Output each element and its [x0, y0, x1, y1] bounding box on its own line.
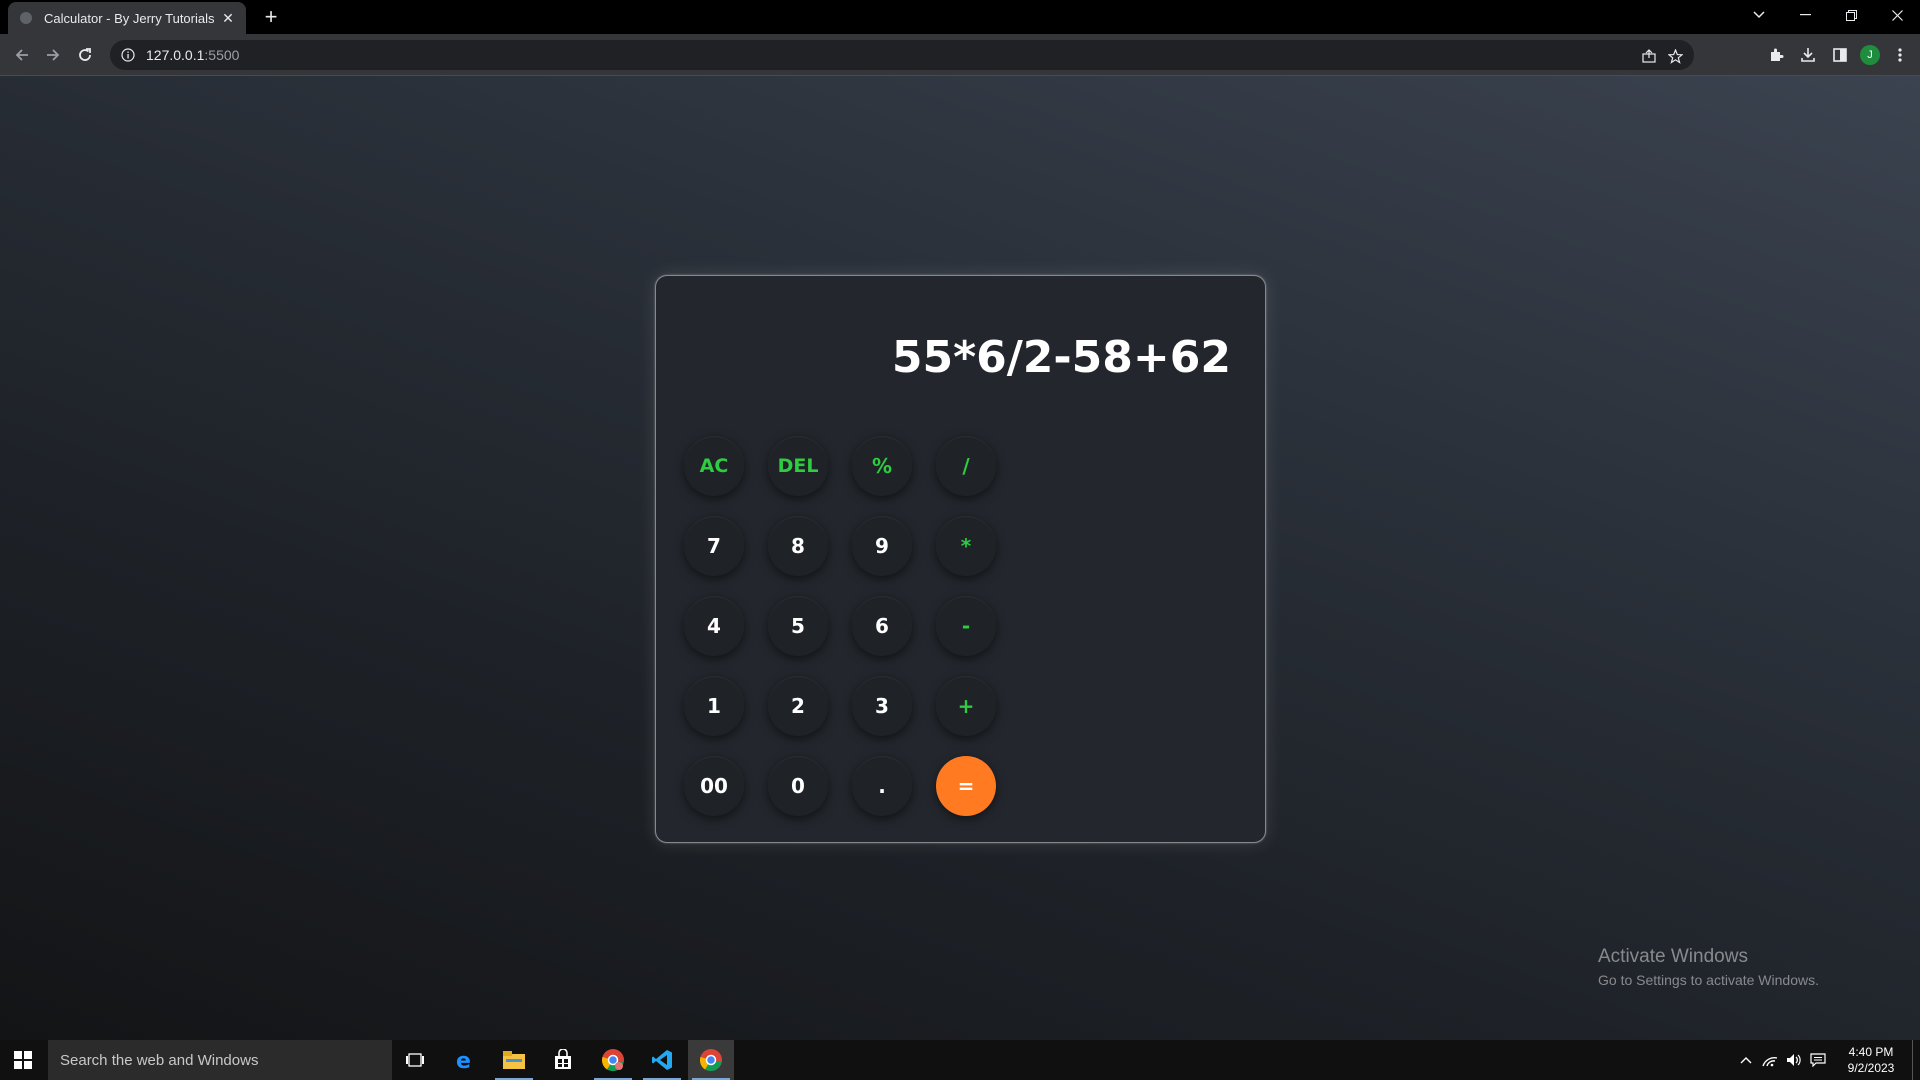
page-favicon-icon [18, 10, 34, 26]
forward-button[interactable] [41, 43, 65, 67]
key-clear-button[interactable]: AC [684, 436, 744, 496]
keypad: AC DEL%/7 8 9 * 4 5 6-1 2 3 +00 0. = [684, 436, 996, 816]
site-info-icon[interactable] [118, 45, 138, 65]
windows-logo-icon [14, 1051, 32, 1069]
chevron-up-icon[interactable] [1734, 1040, 1758, 1080]
key-percent-button[interactable]: % [852, 436, 912, 496]
side-panel-icon[interactable] [1828, 43, 1852, 67]
bookmark-star-icon[interactable] [1664, 45, 1686, 67]
browser-actions: J [1764, 43, 1912, 67]
tab-calculator[interactable]: Calculator - By Jerry Tutorials ✕ [8, 2, 246, 34]
edge-browser-icon[interactable]: e [442, 1040, 488, 1080]
key-divide-button[interactable]: / [936, 436, 996, 496]
watermark-title: Activate Windows [1598, 946, 1748, 967]
new-tab-button[interactable]: + [258, 4, 284, 30]
key-digit-8-button[interactable]: 8 [768, 516, 828, 576]
reload-button[interactable] [73, 43, 97, 67]
calculator-display: 55*6/2-58+62 [891, 332, 1231, 383]
browser-toolbar: 127.0.0.1:5500 J [0, 34, 1920, 76]
taskbar-search-input[interactable]: Search the web and Windows [48, 1040, 392, 1080]
key-digit-3-button[interactable]: 3 [852, 676, 912, 736]
key-multiply-button[interactable]: * [936, 516, 996, 576]
chrome-profile-icon[interactable] [590, 1040, 636, 1080]
clock-time: 4:40 PM [1848, 1045, 1894, 1059]
tab-search-icon[interactable] [1736, 0, 1782, 30]
start-button[interactable] [0, 1040, 46, 1080]
address-bar[interactable]: 127.0.0.1:5500 [110, 40, 1694, 70]
windows-taskbar: Search the web and Windows e 4:40 PM 9/2… [0, 1040, 1920, 1080]
watermark-subtitle: Go to Settings to activate Windows. [1598, 972, 1819, 988]
key-equals-button[interactable]: = [936, 756, 996, 816]
svg-text:e: e [456, 1049, 471, 1072]
minimize-button[interactable] [1782, 0, 1828, 30]
back-button[interactable] [10, 43, 34, 67]
system-tray: 4:40 PM 9/2/2023 [1734, 1040, 1920, 1080]
key-digit-2-button[interactable]: 2 [768, 676, 828, 736]
key-digit-1-button[interactable]: 1 [684, 676, 744, 736]
url-port: :5500 [204, 47, 240, 63]
download-icon[interactable] [1796, 43, 1820, 67]
browser-tab-strip: Calculator - By Jerry Tutorials ✕ + [0, 0, 1920, 34]
key-digit-9-button[interactable]: 9 [852, 516, 912, 576]
tab-close-icon[interactable]: ✕ [220, 10, 236, 26]
url-host: 127.0.0.1 [146, 47, 205, 63]
taskbar-clock[interactable]: 4:40 PM 9/2/2023 [1836, 1044, 1906, 1076]
tab-title: Calculator - By Jerry Tutorials [44, 10, 215, 26]
store-icon[interactable] [540, 1040, 586, 1080]
browser-menu-icon[interactable] [1888, 43, 1912, 67]
file-explorer-icon[interactable] [491, 1040, 537, 1080]
restore-button[interactable] [1828, 0, 1874, 30]
share-icon[interactable] [1638, 45, 1660, 67]
omnibox-actions [1638, 45, 1686, 67]
key-add-button[interactable]: + [936, 676, 996, 736]
extensions-icon[interactable] [1764, 43, 1788, 67]
key-digit-6-button[interactable]: 6 [852, 596, 912, 656]
profile-avatar[interactable]: J [1860, 45, 1880, 65]
notifications-icon[interactable] [1806, 1040, 1830, 1080]
activate-windows-watermark: Activate Windows Go to Settings to activ… [1598, 946, 1819, 988]
key-digit-5-button[interactable]: 5 [768, 596, 828, 656]
task-view-button[interactable] [392, 1040, 438, 1080]
key-digit-7-button[interactable]: 7 [684, 516, 744, 576]
calculator-panel: 55*6/2-58+62 AC DEL%/7 8 9 * 4 5 6-1 2 3 +00 0. = [655, 275, 1266, 843]
vscode-icon[interactable] [639, 1040, 685, 1080]
key-digit-00-button[interactable]: 00 [684, 756, 744, 816]
key-digit-0-button[interactable]: 0 [768, 756, 828, 816]
network-icon[interactable] [1758, 1040, 1782, 1080]
volume-icon[interactable] [1782, 1040, 1806, 1080]
key-digit-4-button[interactable]: 4 [684, 596, 744, 656]
key-subtract-button[interactable]: - [936, 596, 996, 656]
page-viewport: 55*6/2-58+62 AC DEL%/7 8 9 * 4 5 6-1 2 3 +00 0. = Ac… [0, 76, 1920, 1040]
key-delete-button[interactable]: DEL [768, 436, 828, 496]
show-desktop-button[interactable] [1912, 1040, 1920, 1080]
clock-date: 9/2/2023 [1847, 1061, 1895, 1075]
chrome-icon[interactable] [688, 1040, 734, 1080]
window-controls [1736, 0, 1920, 30]
close-window-button[interactable] [1874, 0, 1920, 30]
key-decimal-button[interactable]: . [852, 756, 912, 816]
